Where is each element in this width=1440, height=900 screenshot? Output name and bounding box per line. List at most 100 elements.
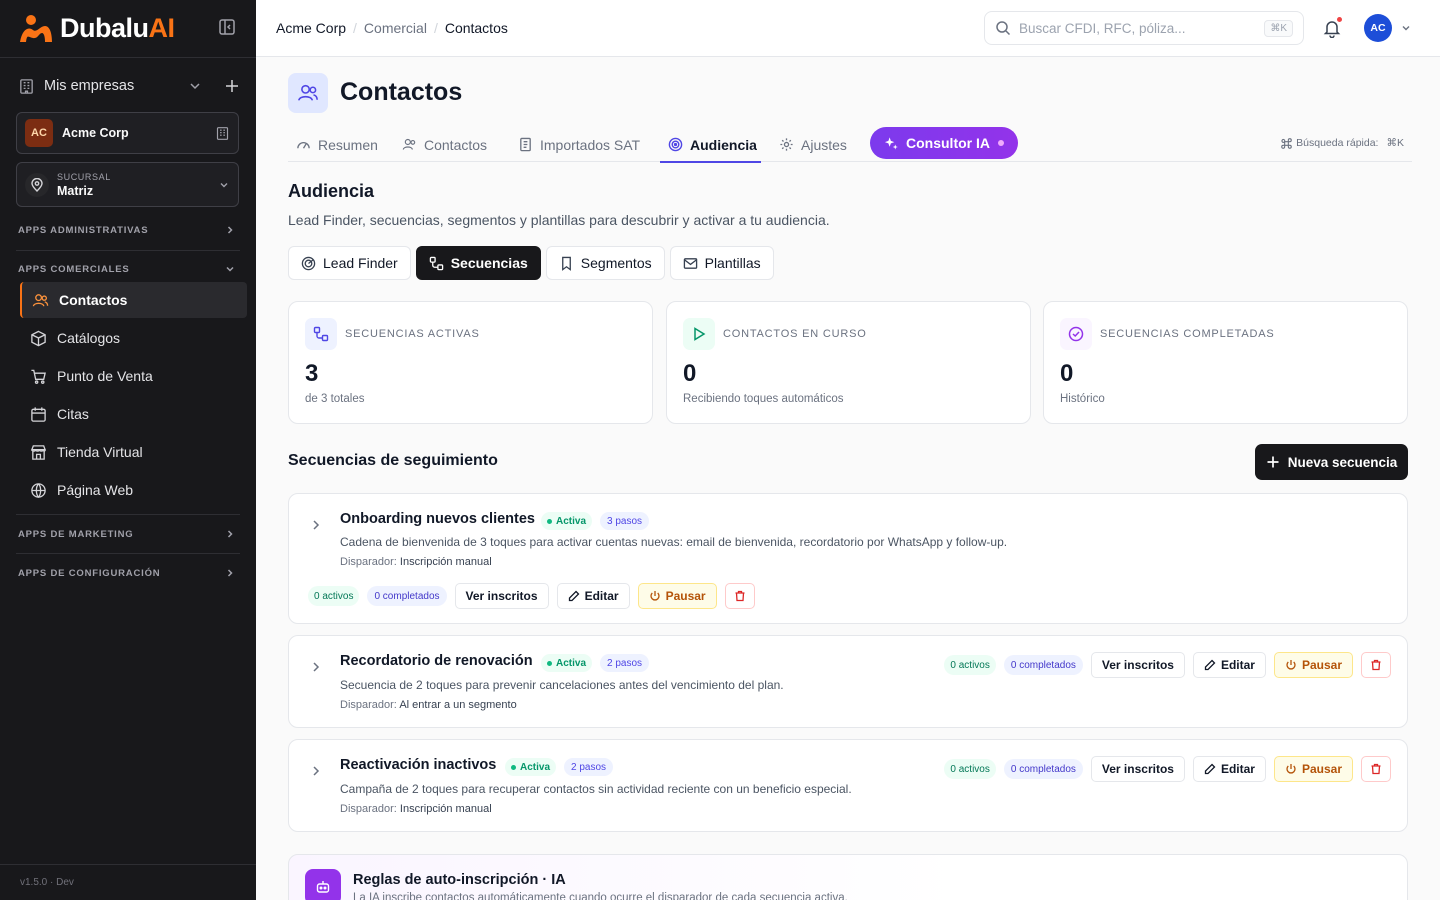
tab-importados-sat[interactable]: Importados SAT [518, 127, 640, 162]
subtab-segmentos[interactable]: Segmentos [545, 246, 665, 280]
power-icon [1286, 764, 1296, 774]
company-avatar: AC [25, 119, 53, 147]
search-input[interactable] [1019, 20, 1265, 36]
chevron-down-icon [220, 182, 228, 187]
breadcrumb-item[interactable]: Comercial [364, 20, 427, 36]
sidebar-item-punto-de-venta[interactable]: Punto de Venta [20, 358, 247, 394]
chevron-right-icon [227, 530, 233, 538]
check-circle-icon [1060, 318, 1092, 350]
delete-button[interactable] [1361, 652, 1391, 678]
company-selector[interactable]: AC Acme Corp [16, 112, 239, 154]
sequence-actions: 0 activos 0 completados Ver inscritos Ed… [944, 756, 1391, 782]
sidebar-item-catalogos[interactable]: Catálogos [20, 320, 247, 356]
sidebar-divider [0, 57, 256, 58]
cart-icon [31, 369, 46, 384]
edit-button[interactable]: Editar [1192, 756, 1266, 782]
tab-audiencia[interactable]: Audiencia [660, 127, 761, 163]
stat-desc: Histórico [1060, 393, 1105, 405]
page-tabs: Resumen Contactos Importados SAT Audienc… [288, 127, 1412, 163]
edit-button[interactable]: Editar [1192, 652, 1266, 678]
breadcrumb-item[interactable]: Acme Corp [276, 20, 346, 36]
delete-button[interactable] [1361, 756, 1391, 782]
search-icon [996, 21, 1011, 36]
main-content: Contactos Resumen Contactos Importados S… [256, 57, 1440, 900]
bookmark-icon [561, 256, 571, 271]
trash-icon [735, 590, 745, 602]
completados-count: 0 completados [1003, 655, 1083, 675]
edit-button[interactable]: Editar [556, 583, 630, 609]
sidebar-item-pagina-web[interactable]: Página Web [20, 472, 247, 508]
map-pin-icon [25, 172, 49, 197]
sidebar-item-contactos[interactable]: Contactos [20, 282, 247, 318]
section-apps-marketing[interactable]: APPS DE MARKETING [18, 527, 236, 541]
ver-inscritos-button[interactable]: Ver inscritos [1090, 756, 1185, 782]
quick-search-hint: Búsqueda rápida: ⌘K [1281, 137, 1404, 149]
workflow-icon [429, 256, 443, 270]
sidebar-item-citas[interactable]: Citas [20, 396, 247, 432]
sidebar-item-tienda-virtual[interactable]: Tienda Virtual [20, 434, 247, 470]
nueva-secuencia-button[interactable]: Nueva secuencia [1255, 444, 1408, 480]
user-avatar[interactable]: AC [1364, 14, 1392, 42]
chevron-right-icon[interactable] [309, 518, 323, 532]
stat-label: SECUENCIAS ACTIVAS [345, 328, 480, 340]
breadcrumb-current: Contactos [444, 20, 508, 36]
collapse-sidebar-icon[interactable] [218, 18, 236, 36]
branch-selector[interactable]: SUCURSAL Matriz [16, 162, 239, 207]
sidebar: DubaluAI Mis empresas AC Acme Corp SUCUR… [0, 0, 256, 900]
tab-contactos[interactable]: Contactos [402, 127, 487, 162]
steps-badge: 2 pasos [600, 654, 650, 672]
subtab-secuencias[interactable]: Secuencias [415, 246, 541, 280]
ver-inscritos-button[interactable]: Ver inscritos [454, 583, 549, 609]
stat-value: 3 [305, 360, 319, 387]
mis-empresas-row[interactable]: Mis empresas [18, 76, 240, 96]
sequence-trigger: Disparador: Inscripción manual [340, 803, 492, 815]
pencil-icon [1204, 763, 1216, 775]
ai-status-dot [998, 140, 1004, 146]
chevron-right-icon[interactable] [309, 660, 323, 674]
chevron-right-icon [227, 569, 233, 577]
users-icon [402, 138, 416, 150]
activos-count: 0 activos [308, 586, 360, 606]
stat-card-secuencias-activas: SECUENCIAS ACTIVAS 3 de 3 totales [288, 301, 653, 424]
pause-button[interactable]: Pausar [637, 583, 717, 609]
chevron-down-icon[interactable] [188, 79, 202, 93]
gauge-icon [297, 142, 310, 149]
logo[interactable]: DubaluAI [18, 12, 240, 44]
plus-icon [1267, 456, 1279, 468]
section-apps-administrativas[interactable]: APPS ADMINISTRATIVAS [18, 223, 236, 237]
building-icon [216, 126, 229, 140]
add-company-icon[interactable] [224, 78, 240, 94]
page-title: Contactos [340, 78, 463, 106]
consultor-ia-button[interactable]: Consultor IA [870, 127, 1018, 159]
globe-icon [31, 482, 46, 498]
mail-icon [683, 257, 697, 269]
box-icon [31, 330, 46, 346]
ver-inscritos-button[interactable]: Ver inscritos [1090, 652, 1185, 678]
tab-ajustes[interactable]: Ajustes [779, 127, 847, 162]
radar-icon [301, 256, 316, 270]
sequence-card[interactable]: Recordatorio de renovación Activa 2 paso… [288, 635, 1408, 728]
store-icon [30, 444, 47, 460]
pause-button[interactable]: Pausar [1273, 756, 1353, 782]
global-search[interactable]: ⌘K [984, 11, 1304, 45]
sequence-name: Reactivación inactivos [340, 757, 497, 773]
sequence-card[interactable]: Onboarding nuevos clientes Activa 3 paso… [288, 493, 1408, 624]
audiencia-subtabs: Lead Finder Secuencias Segmentos Plantil… [288, 246, 779, 280]
chevron-right-icon [227, 226, 233, 234]
sequence-card[interactable]: Reactivación inactivos Activa 2 pasos Ca… [288, 739, 1408, 832]
status-badge: Activa [505, 758, 557, 776]
rules-title: Reglas de auto-inscripción · IA [353, 872, 566, 888]
section-apps-configuracion[interactable]: APPS DE CONFIGURACIÓN [18, 566, 236, 580]
notification-dot [1336, 16, 1343, 23]
delete-button[interactable] [724, 583, 755, 609]
pause-button[interactable]: Pausar [1273, 652, 1353, 678]
subtab-lead-finder[interactable]: Lead Finder [288, 246, 411, 280]
completados-count: 0 completados [367, 586, 447, 606]
status-badge: Activa [541, 654, 593, 672]
section-apps-comerciales[interactable]: APPS COMERCIALES [18, 262, 236, 276]
workflow-icon [305, 318, 337, 350]
subtab-plantillas[interactable]: Plantillas [669, 246, 774, 280]
chevron-right-icon[interactable] [309, 764, 323, 778]
chevron-down-icon[interactable] [1400, 22, 1412, 34]
tab-resumen[interactable]: Resumen [296, 127, 378, 162]
